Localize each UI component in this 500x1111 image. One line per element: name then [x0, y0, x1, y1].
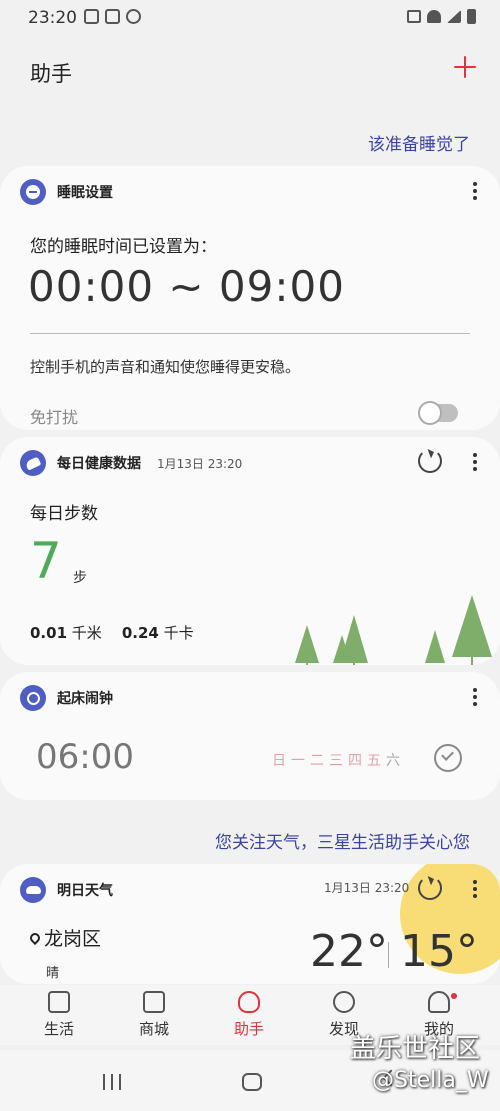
health-metrics: 0.01 千米 0.24 千卡 [30, 622, 194, 643]
signal-icon [447, 10, 461, 23]
nav-assistant[interactable]: 助手 [219, 991, 279, 1039]
assistant-icon [126, 9, 141, 24]
battery-icon [467, 9, 476, 24]
system-status-icons [407, 9, 476, 24]
sleep-label: 您的睡眠时间已设置为： [30, 237, 217, 257]
compass-icon [333, 991, 355, 1013]
bag-icon [143, 991, 165, 1013]
dnd-toggle[interactable] [418, 401, 458, 425]
person-icon [428, 991, 450, 1013]
app-bar: 助手 [0, 38, 500, 108]
alarm-day: 四 [348, 753, 362, 769]
card-header: 起床闹钟 [20, 684, 113, 712]
sleep-icon [20, 179, 46, 205]
mute-icon [407, 10, 421, 23]
alarm-card[interactable]: 起床闹钟 06:00 日一二三四五六 [0, 672, 500, 800]
app-s-icon [105, 9, 120, 24]
steps-unit: 步 [73, 570, 87, 586]
notification-dot [451, 993, 457, 999]
home-button[interactable] [242, 1073, 262, 1091]
shoe-icon [20, 450, 46, 476]
more-options-button[interactable] [472, 880, 478, 900]
alarm-day: 三 [329, 753, 343, 769]
more-options-button[interactable] [472, 688, 478, 708]
alarm-time: 06:00 [36, 737, 134, 777]
nav-mall[interactable]: 商城 [124, 991, 184, 1039]
temp-high: 22° [310, 926, 388, 977]
location-pin-icon [27, 930, 43, 945]
sleep-time-range: 00:00 ~ 09:00 [28, 262, 345, 311]
alarm-check-icon[interactable] [434, 744, 462, 772]
sleep-caption: 该准备睡觉了 [368, 135, 470, 155]
distance: 0.01 千米 [30, 624, 102, 642]
toggle-knob [418, 401, 442, 425]
steps-label: 每日步数 [30, 504, 98, 524]
steps-value: 7 [30, 532, 62, 590]
card-title: 睡眠设置 [57, 185, 113, 201]
weather-caption: 您关注天气，三星生活助手关心您 [215, 833, 470, 853]
refresh-icon[interactable] [418, 876, 442, 900]
card-header: 睡眠设置 [20, 178, 113, 206]
alarm-days: 日一二三四五六 [272, 750, 400, 770]
recent-apps-button[interactable] [103, 1074, 121, 1090]
temp-separator [388, 942, 389, 968]
bookmark-icon [48, 991, 70, 1013]
status-bar: 23:20 [0, 0, 500, 38]
alarm-day: 二 [310, 753, 324, 769]
card-timestamp: 1月13日 23:20 [157, 456, 243, 471]
location: 龙岗区 [27, 924, 102, 951]
page-title: 助手 [30, 62, 72, 86]
notification-icons [84, 9, 141, 24]
alarm-day: 一 [291, 753, 305, 769]
card-title: 明日天气 [57, 883, 113, 899]
more-options-button[interactable] [472, 453, 478, 473]
sleep-description: 控制手机的声音和通知使您睡得更安稳。 [30, 358, 301, 376]
watermark-line1: 盖乐世社区 [350, 1034, 481, 1064]
alarm-day: 六 [386, 753, 400, 769]
gallery-icon [84, 9, 99, 24]
refresh-icon[interactable] [418, 449, 442, 473]
status-time: 23:20 [28, 8, 77, 28]
health-card[interactable]: 每日健康数据 1月13日 23:20 每日步数 7 步 0.01 千米 0.24… [0, 437, 500, 665]
card-title: 每日健康数据 [57, 456, 141, 472]
wifi-icon [427, 10, 441, 23]
temp-low: 15° [400, 926, 478, 977]
divider [30, 333, 470, 334]
weather-condition: 晴 [46, 966, 60, 981]
nav-life[interactable]: 生活 [29, 991, 89, 1039]
sleep-card[interactable]: 睡眠设置 您的睡眠时间已设置为： 00:00 ~ 09:00 控制手机的声音和通… [0, 166, 500, 430]
card-timestamp: 1月13日 23:20 [324, 881, 410, 895]
dnd-label: 免打扰 [30, 408, 79, 427]
card-header: 明日天气 [20, 876, 113, 904]
calories: 0.24 千卡 [121, 624, 194, 642]
alarm-clock-icon [20, 685, 46, 711]
location-name: 龙岗区 [44, 928, 102, 950]
add-card-button[interactable] [448, 50, 482, 84]
more-options-button[interactable] [472, 182, 478, 202]
weather-card[interactable]: 明日天气 1月13日 23:20 龙岗区 晴 22° 15° [0, 864, 500, 984]
alarm-day: 五 [367, 753, 381, 769]
weather-icon [20, 877, 46, 903]
card-title: 起床闹钟 [57, 691, 113, 707]
card-header: 每日健康数据 1月13日 23:20 [20, 449, 242, 477]
heart-icon [238, 991, 260, 1013]
alarm-day: 日 [272, 753, 286, 769]
watermark-line2: @Stella_W [372, 1068, 489, 1093]
